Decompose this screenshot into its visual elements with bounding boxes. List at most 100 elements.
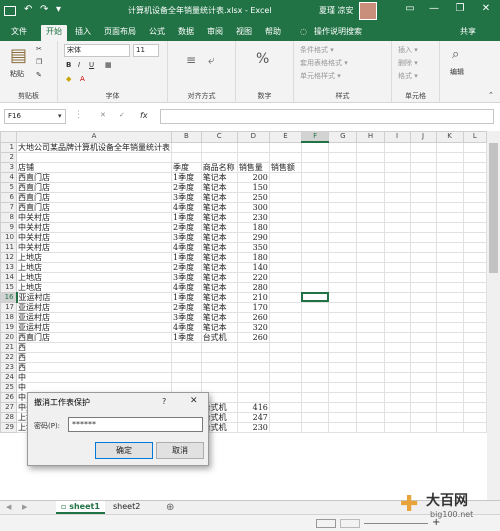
cell[interactable]: 180 [236,251,270,263]
confirm-entry-icon[interactable]: ✓ [119,111,125,119]
cell[interactable]: 4季度 [171,281,202,293]
cell[interactable] [268,361,302,373]
cell[interactable] [462,231,487,243]
column-header[interactable]: L [462,131,487,143]
cell[interactable] [300,371,330,383]
cell[interactable] [409,191,437,203]
cell[interactable] [435,341,464,353]
cell[interactable] [409,341,437,353]
tell-me-search[interactable]: 操作说明搜索 [314,25,362,41]
cell-styles-button[interactable]: 单元格样式 ▾ [300,71,341,81]
cell[interactable]: 季度 [171,161,202,173]
cell[interactable] [300,311,330,323]
cell[interactable] [300,351,330,363]
cell[interactable] [328,401,358,413]
cell[interactable] [435,371,464,383]
cell[interactable] [356,271,385,283]
cell[interactable] [200,381,238,393]
cell[interactable] [268,401,302,413]
cell[interactable]: 250 [236,191,270,203]
row-header[interactable]: 27 [0,401,17,413]
cell[interactable] [268,251,302,263]
cell[interactable]: 中关村店 [16,231,172,243]
next-sheet-icon[interactable]: ▶ [22,503,27,511]
cell[interactable]: 140 [236,261,270,273]
cell[interactable] [328,321,358,333]
cell[interactable] [268,291,302,303]
cell[interactable]: 230 [236,211,270,223]
cell[interactable] [236,141,270,153]
ribbon-display-icon[interactable]: ▭ [400,3,420,14]
cell[interactable] [356,371,385,383]
cell[interactable] [328,191,358,203]
cell[interactable] [356,201,385,213]
cell[interactable] [300,181,330,193]
cell[interactable] [383,371,411,383]
cell[interactable] [300,291,330,303]
column-header[interactable]: E [268,131,302,143]
cancel-entry-icon[interactable]: ✕ [100,111,106,119]
cell[interactable]: 280 [236,281,270,293]
cell[interactable] [383,231,411,243]
cell[interactable] [328,241,358,253]
tab-insert[interactable]: 插入 [75,25,91,41]
cell[interactable]: 1季度 [171,331,202,343]
cell[interactable]: 300 [236,201,270,213]
minimize-button[interactable]: — [424,3,444,14]
row-header[interactable]: 5 [0,181,17,193]
cell[interactable]: 笔记本 [200,251,238,263]
cell[interactable] [328,151,358,163]
restore-button[interactable]: ❐ [450,3,470,14]
cell[interactable] [409,181,437,193]
cell[interactable] [200,351,238,363]
cell[interactable] [383,211,411,223]
cell[interactable] [409,401,437,413]
tab-view[interactable]: 视图 [236,25,252,41]
cell[interactable]: 上地店 [16,251,172,263]
cell[interactable] [236,361,270,373]
row-header[interactable]: 23 [0,361,17,373]
cell[interactable] [328,371,358,383]
cell[interactable] [356,161,385,173]
cell[interactable] [409,151,437,163]
format-table-button[interactable]: 套用表格格式 ▾ [300,58,348,68]
cell[interactable] [462,361,487,373]
cell[interactable]: 笔记本 [200,301,238,313]
cell[interactable] [356,321,385,333]
cell[interactable] [383,251,411,263]
cell[interactable] [435,201,464,213]
cell[interactable]: 销售额 [268,161,302,173]
cell[interactable] [409,261,437,273]
cell[interactable] [435,251,464,263]
cell[interactable] [300,191,330,203]
cell[interactable] [268,141,302,153]
cell[interactable] [435,361,464,373]
cell[interactable] [16,151,172,163]
cell[interactable] [435,381,464,393]
cell[interactable] [462,381,487,393]
cell[interactable] [383,381,411,393]
cell[interactable] [300,361,330,373]
cell[interactable] [409,201,437,213]
cell[interactable] [409,281,437,293]
cell[interactable] [268,351,302,363]
cell[interactable] [356,191,385,203]
cell[interactable] [300,341,330,353]
cell[interactable] [356,291,385,303]
cell[interactable] [383,141,411,153]
format-cells-button[interactable]: 格式 ▾ [398,71,418,81]
cell[interactable] [356,381,385,393]
cell[interactable] [268,381,302,393]
cell[interactable] [268,421,302,433]
cell[interactable] [268,231,302,243]
fill-color-icon[interactable]: ◆ [66,75,71,83]
cell[interactable] [435,151,464,163]
cell[interactable] [300,221,330,233]
cell[interactable]: 2季度 [171,261,202,273]
cell[interactable] [356,331,385,343]
row-header[interactable]: 22 [0,351,17,363]
cell[interactable] [383,261,411,273]
cell[interactable]: 260 [236,331,270,343]
cell[interactable] [462,261,487,273]
cell[interactable] [356,281,385,293]
